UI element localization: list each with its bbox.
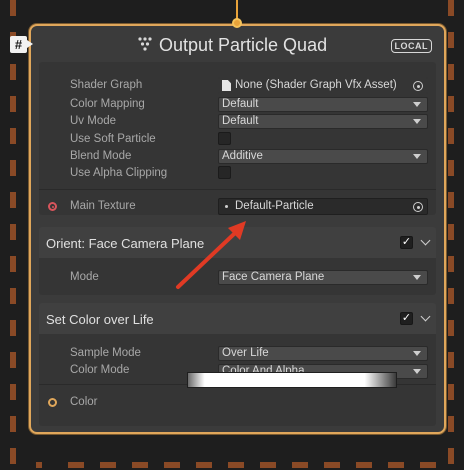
annotation-arrow-icon — [176, 221, 246, 289]
